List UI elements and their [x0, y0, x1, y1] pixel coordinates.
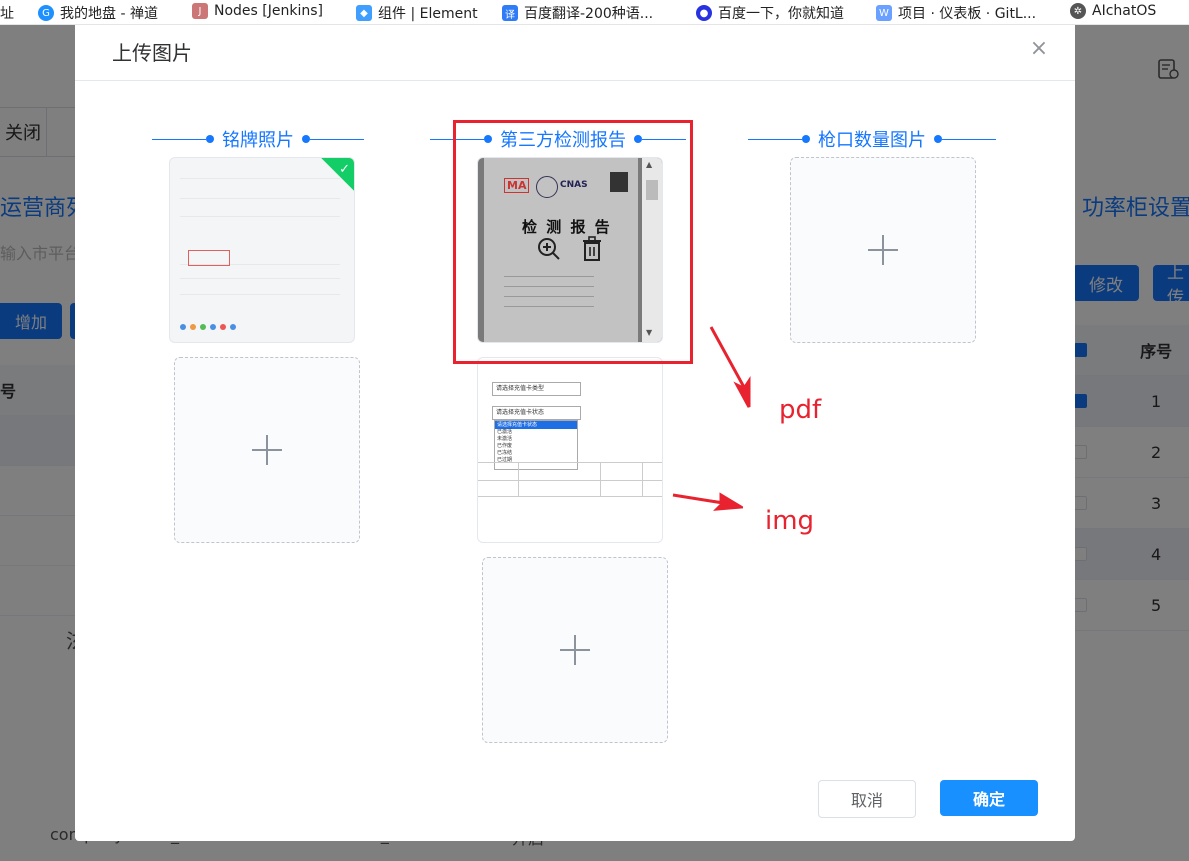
- close-icon[interactable]: ×: [1029, 38, 1049, 60]
- bookmark-baidu-translate[interactable]: 译 百度翻译-200种语...: [502, 3, 653, 23]
- bookmark-label: 项目 · 仪表板 · GitL...: [898, 6, 1037, 22]
- thumb-option: 已冻结: [497, 450, 513, 456]
- header-line: [942, 138, 996, 140]
- bookmark-jenkins[interactable]: J Nodes [Jenkins]: [192, 3, 323, 19]
- dialog-header: 上传图片 ×: [75, 25, 1075, 81]
- thumb-select: 请选择充值卡状态: [492, 406, 581, 420]
- thumb-line: [478, 462, 662, 463]
- thumb-option: 未激活: [497, 436, 513, 442]
- dialog-title: 上传图片: [112, 41, 192, 65]
- annotation-arrow-icon: [672, 492, 743, 511]
- bookmark-aichatos[interactable]: ✲ AIchatOS: [1070, 3, 1156, 19]
- bookmark-label: 址: [0, 6, 14, 22]
- thumb-option: 请选择充值卡状态: [495, 421, 577, 429]
- zentao-icon: G: [38, 5, 54, 21]
- report-upload-slot[interactable]: [482, 557, 668, 743]
- thumb-line: [478, 496, 662, 497]
- bookmark-label: AIchatOS: [1092, 3, 1157, 19]
- thumb-option: 已作废: [497, 443, 513, 449]
- header-dot: [802, 135, 810, 143]
- nameplate-upload-slot[interactable]: [174, 357, 360, 543]
- annotation-img-label: img: [765, 506, 815, 536]
- header-line: [152, 138, 206, 140]
- upload-image-dialog: 上传图片 × 铭牌照片 第三方检测报告 枪口数量图片 ✓ ▲ ▼ MA CNAS…: [75, 25, 1075, 841]
- column-header-gun-count: 枪口数量图片: [748, 126, 996, 152]
- nameplate-thumbnail[interactable]: ✓: [169, 157, 355, 343]
- header-line: [748, 138, 802, 140]
- column-header-nameplate: 铭牌照片: [152, 126, 364, 152]
- column-label: 枪口数量图片: [818, 130, 926, 151]
- bookmark-gitlab[interactable]: W 项目 · 仪表板 · GitL...: [876, 3, 1036, 23]
- thumb-line: [180, 278, 340, 279]
- plus-icon: [560, 635, 590, 665]
- openai-icon: ✲: [1070, 3, 1086, 19]
- element-icon: ◆: [356, 5, 372, 21]
- thumb-vline: [600, 462, 601, 496]
- baidu-icon: ●: [696, 5, 712, 21]
- thumb-option: 已激活: [497, 429, 513, 435]
- header-dot: [934, 135, 942, 143]
- bookmark-label: 我的地盘 - 禅道: [60, 6, 158, 22]
- jenkins-icon: J: [192, 3, 208, 19]
- thumb-line: [180, 216, 340, 217]
- header-line: [310, 138, 364, 140]
- thumb-line: [478, 480, 662, 481]
- header-dot: [206, 135, 214, 143]
- plus-icon: [252, 435, 282, 465]
- annotation-highlight-box: [453, 120, 693, 364]
- bookmark-element[interactable]: ◆ 组件 | Element: [356, 3, 478, 23]
- plus-icon: [868, 235, 898, 265]
- bookmark-label: 组件 | Element: [378, 6, 478, 22]
- thumb-highlight: [188, 250, 230, 266]
- baidu-translate-icon: 译: [502, 5, 518, 21]
- check-icon: ✓: [339, 162, 350, 177]
- annotation-pdf-label: pdf: [779, 395, 822, 425]
- annotation-arrow-icon: [709, 326, 751, 408]
- thumb-line: [180, 294, 340, 295]
- thumb-line: [180, 178, 340, 179]
- thumb-select: 请选择充值卡类型: [492, 382, 581, 396]
- thumb-taskbar: [180, 324, 346, 334]
- bookmark-label: 百度一下，你就知道: [718, 6, 844, 22]
- bookmark-label: Nodes [Jenkins]: [214, 3, 323, 19]
- header-dot: [302, 135, 310, 143]
- thumb-vline: [642, 462, 643, 496]
- thumb-line: [180, 198, 340, 199]
- report-image-thumbnail[interactable]: 请选择充值卡类型 请选择充值卡状态 请选择充值卡状态 已激活 未激活 已作废 已…: [477, 357, 663, 543]
- confirm-button[interactable]: 确定: [940, 780, 1038, 816]
- gun-count-upload-slot[interactable]: [790, 157, 976, 343]
- bookmarks-bar: 址 G 我的地盘 - 禅道 J Nodes [Jenkins] ◆ 组件 | E…: [0, 0, 1189, 25]
- thumb-vline: [518, 462, 519, 496]
- bookmark-item[interactable]: 址: [0, 3, 14, 23]
- bookmark-zentao[interactable]: G 我的地盘 - 禅道: [38, 3, 158, 23]
- bookmark-baidu[interactable]: ● 百度一下，你就知道: [696, 3, 844, 23]
- cancel-button[interactable]: 取消: [818, 780, 916, 818]
- column-label: 铭牌照片: [222, 130, 294, 151]
- bookmark-label: 百度翻译-200种语...: [524, 6, 654, 22]
- gitlab-icon: W: [876, 5, 892, 21]
